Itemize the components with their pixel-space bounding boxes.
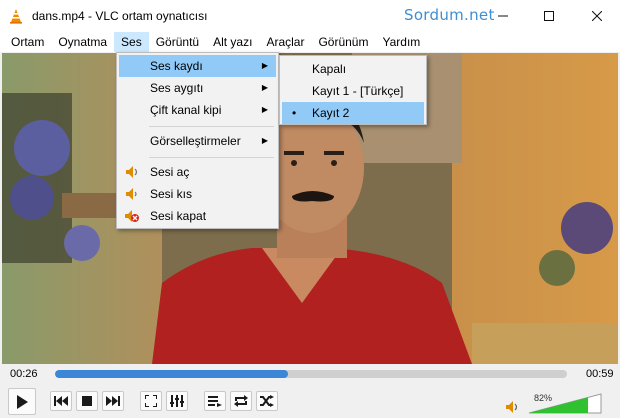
menu-bar: Ortam Oynatma Ses Görüntü Alt yazı Araçl… <box>0 32 620 52</box>
minimize-icon <box>498 15 508 17</box>
equalizer-icon <box>170 395 184 407</box>
menu-item-audio-device[interactable]: Ses aygıtı ▶ <box>119 77 276 99</box>
menu-audio[interactable]: Ses <box>114 32 149 52</box>
menu-item-mute[interactable]: Sesi kapat <box>119 205 276 227</box>
vlc-cone-icon <box>10 9 22 24</box>
loop-button[interactable] <box>230 391 252 411</box>
loop-icon <box>234 395 248 407</box>
seek-row: 00:26 00:59 <box>0 364 620 384</box>
stop-button[interactable] <box>76 391 98 411</box>
playlist-button[interactable] <box>204 391 226 411</box>
selected-radio-icon: • <box>292 106 297 120</box>
menu-item-visualizations[interactable]: Görselleştirmeler ▶ <box>119 130 276 152</box>
submenu-arrow-icon: ▶ <box>261 105 268 114</box>
submenu-item-track-1[interactable]: Kayıt 1 - [Türkçe] <box>282 80 424 102</box>
title-bar: dans.mp4 - VLC ortam oynatıcısı Sordum.n… <box>0 0 620 32</box>
fullscreen-button[interactable] <box>140 391 162 411</box>
menu-playback[interactable]: Oynatma <box>51 32 114 52</box>
next-button[interactable] <box>102 391 124 411</box>
maximize-button[interactable] <box>526 0 572 32</box>
menu-separator <box>149 157 274 158</box>
menu-item-volume-down[interactable]: Sesi kıs <box>119 183 276 205</box>
fullscreen-icon <box>145 395 157 407</box>
close-icon <box>592 11 602 21</box>
previous-icon <box>54 396 68 406</box>
playlist-icon <box>208 396 222 407</box>
play-button[interactable] <box>8 388 36 415</box>
submenu-arrow-icon: ▶ <box>261 83 268 92</box>
audio-track-submenu: Kapalı Kayıt 1 - [Türkçe] • Kayıt 2 <box>279 55 427 125</box>
volume-percent: 82% <box>534 393 553 403</box>
menu-item-volume-up[interactable]: Sesi aç <box>119 161 276 183</box>
minimize-button[interactable] <box>480 0 526 32</box>
seek-slider[interactable] <box>55 370 567 378</box>
submenu-item-track-2[interactable]: • Kayıt 2 <box>282 102 424 124</box>
menu-video[interactable]: Görüntü <box>149 32 206 52</box>
stop-icon <box>82 396 92 406</box>
shuffle-icon <box>260 395 274 407</box>
previous-button[interactable] <box>50 391 72 411</box>
elapsed-time: 00:26 <box>10 368 38 380</box>
menu-separator <box>149 126 274 127</box>
submenu-arrow-icon: ▶ <box>261 61 268 70</box>
total-time: 00:59 <box>586 368 614 380</box>
control-bar: 82% <box>0 384 620 418</box>
mute-icon <box>125 210 139 222</box>
play-icon <box>17 394 28 409</box>
menu-item-audio-track[interactable]: Ses kaydı ▶ <box>119 55 276 77</box>
shuffle-button[interactable] <box>256 391 278 411</box>
maximize-icon <box>544 11 554 21</box>
menu-view[interactable]: Görünüm <box>311 32 375 52</box>
volume-down-icon <box>126 188 137 200</box>
menu-tools[interactable]: Araçlar <box>259 32 311 52</box>
speaker-icon[interactable] <box>506 401 520 416</box>
menu-media[interactable]: Ortam <box>4 32 51 52</box>
seek-progress-fill <box>55 370 288 378</box>
menu-item-stereo-mode[interactable]: Çift kanal kipi ▶ <box>119 99 276 121</box>
menu-subtitle[interactable]: Alt yazı <box>206 32 259 52</box>
menu-help[interactable]: Yardım <box>375 32 427 52</box>
close-button[interactable] <box>574 0 620 32</box>
audio-menu: Ses kaydı ▶ Ses aygıtı ▶ Çift kanal kipi… <box>116 52 279 229</box>
volume-up-icon <box>126 166 138 178</box>
submenu-item-disabled[interactable]: Kapalı <box>282 58 424 80</box>
next-icon <box>106 396 120 406</box>
submenu-arrow-icon: ▶ <box>261 136 268 145</box>
window-title: dans.mp4 - VLC ortam oynatıcısı <box>32 9 208 23</box>
extended-settings-button[interactable] <box>166 391 188 411</box>
